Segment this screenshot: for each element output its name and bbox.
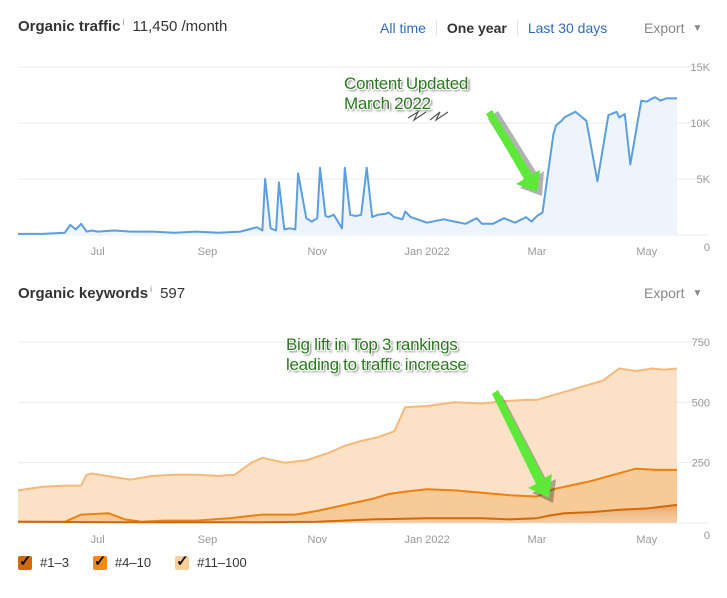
- keywords-chart: Jul Sep Nov Jan 2022 Mar May 0 250 500 750: [17, 337, 710, 546]
- checkbox-checked-icon[interactable]: ✓: [92, 553, 107, 570]
- y-tick-label: 0: [704, 530, 710, 542]
- legend-item-4-10[interactable]: ✓ #4–10: [92, 553, 152, 570]
- x-tick-label: Jul: [91, 534, 105, 546]
- y-tick-label: 500: [692, 397, 710, 409]
- annotation-line: leading to traffic increase: [286, 355, 467, 374]
- checkbox-checked-icon[interactable]: ✓: [175, 553, 190, 570]
- legend-label: #1–3: [40, 555, 69, 570]
- x-tick-label: May: [636, 534, 657, 546]
- x-tick-label: Jan 2022: [404, 534, 449, 546]
- x-tick-label: Mar: [527, 534, 546, 546]
- checkbox-checked-icon[interactable]: ✓: [18, 553, 32, 570]
- x-tick-label: Sep: [198, 534, 218, 546]
- legend-label: #4–10: [114, 555, 152, 570]
- keywords-legend: ✓ #1–3 ✓ #4–10 ✓ #11–100: [18, 553, 271, 570]
- y-tick-label: 750: [692, 337, 710, 349]
- legend-label: #11–100: [197, 555, 247, 570]
- annotation-line: Big lift in Top 3 rankings: [286, 335, 458, 354]
- x-tick-label: Nov: [308, 534, 328, 546]
- y-tick-label: 250: [692, 458, 710, 470]
- legend-item-top3[interactable]: ✓ #1–3: [18, 553, 69, 570]
- keywords-annotation: Big lift in Top 3 rankings leading to tr…: [286, 335, 467, 375]
- legend-item-11-100[interactable]: ✓ #11–100: [175, 553, 247, 570]
